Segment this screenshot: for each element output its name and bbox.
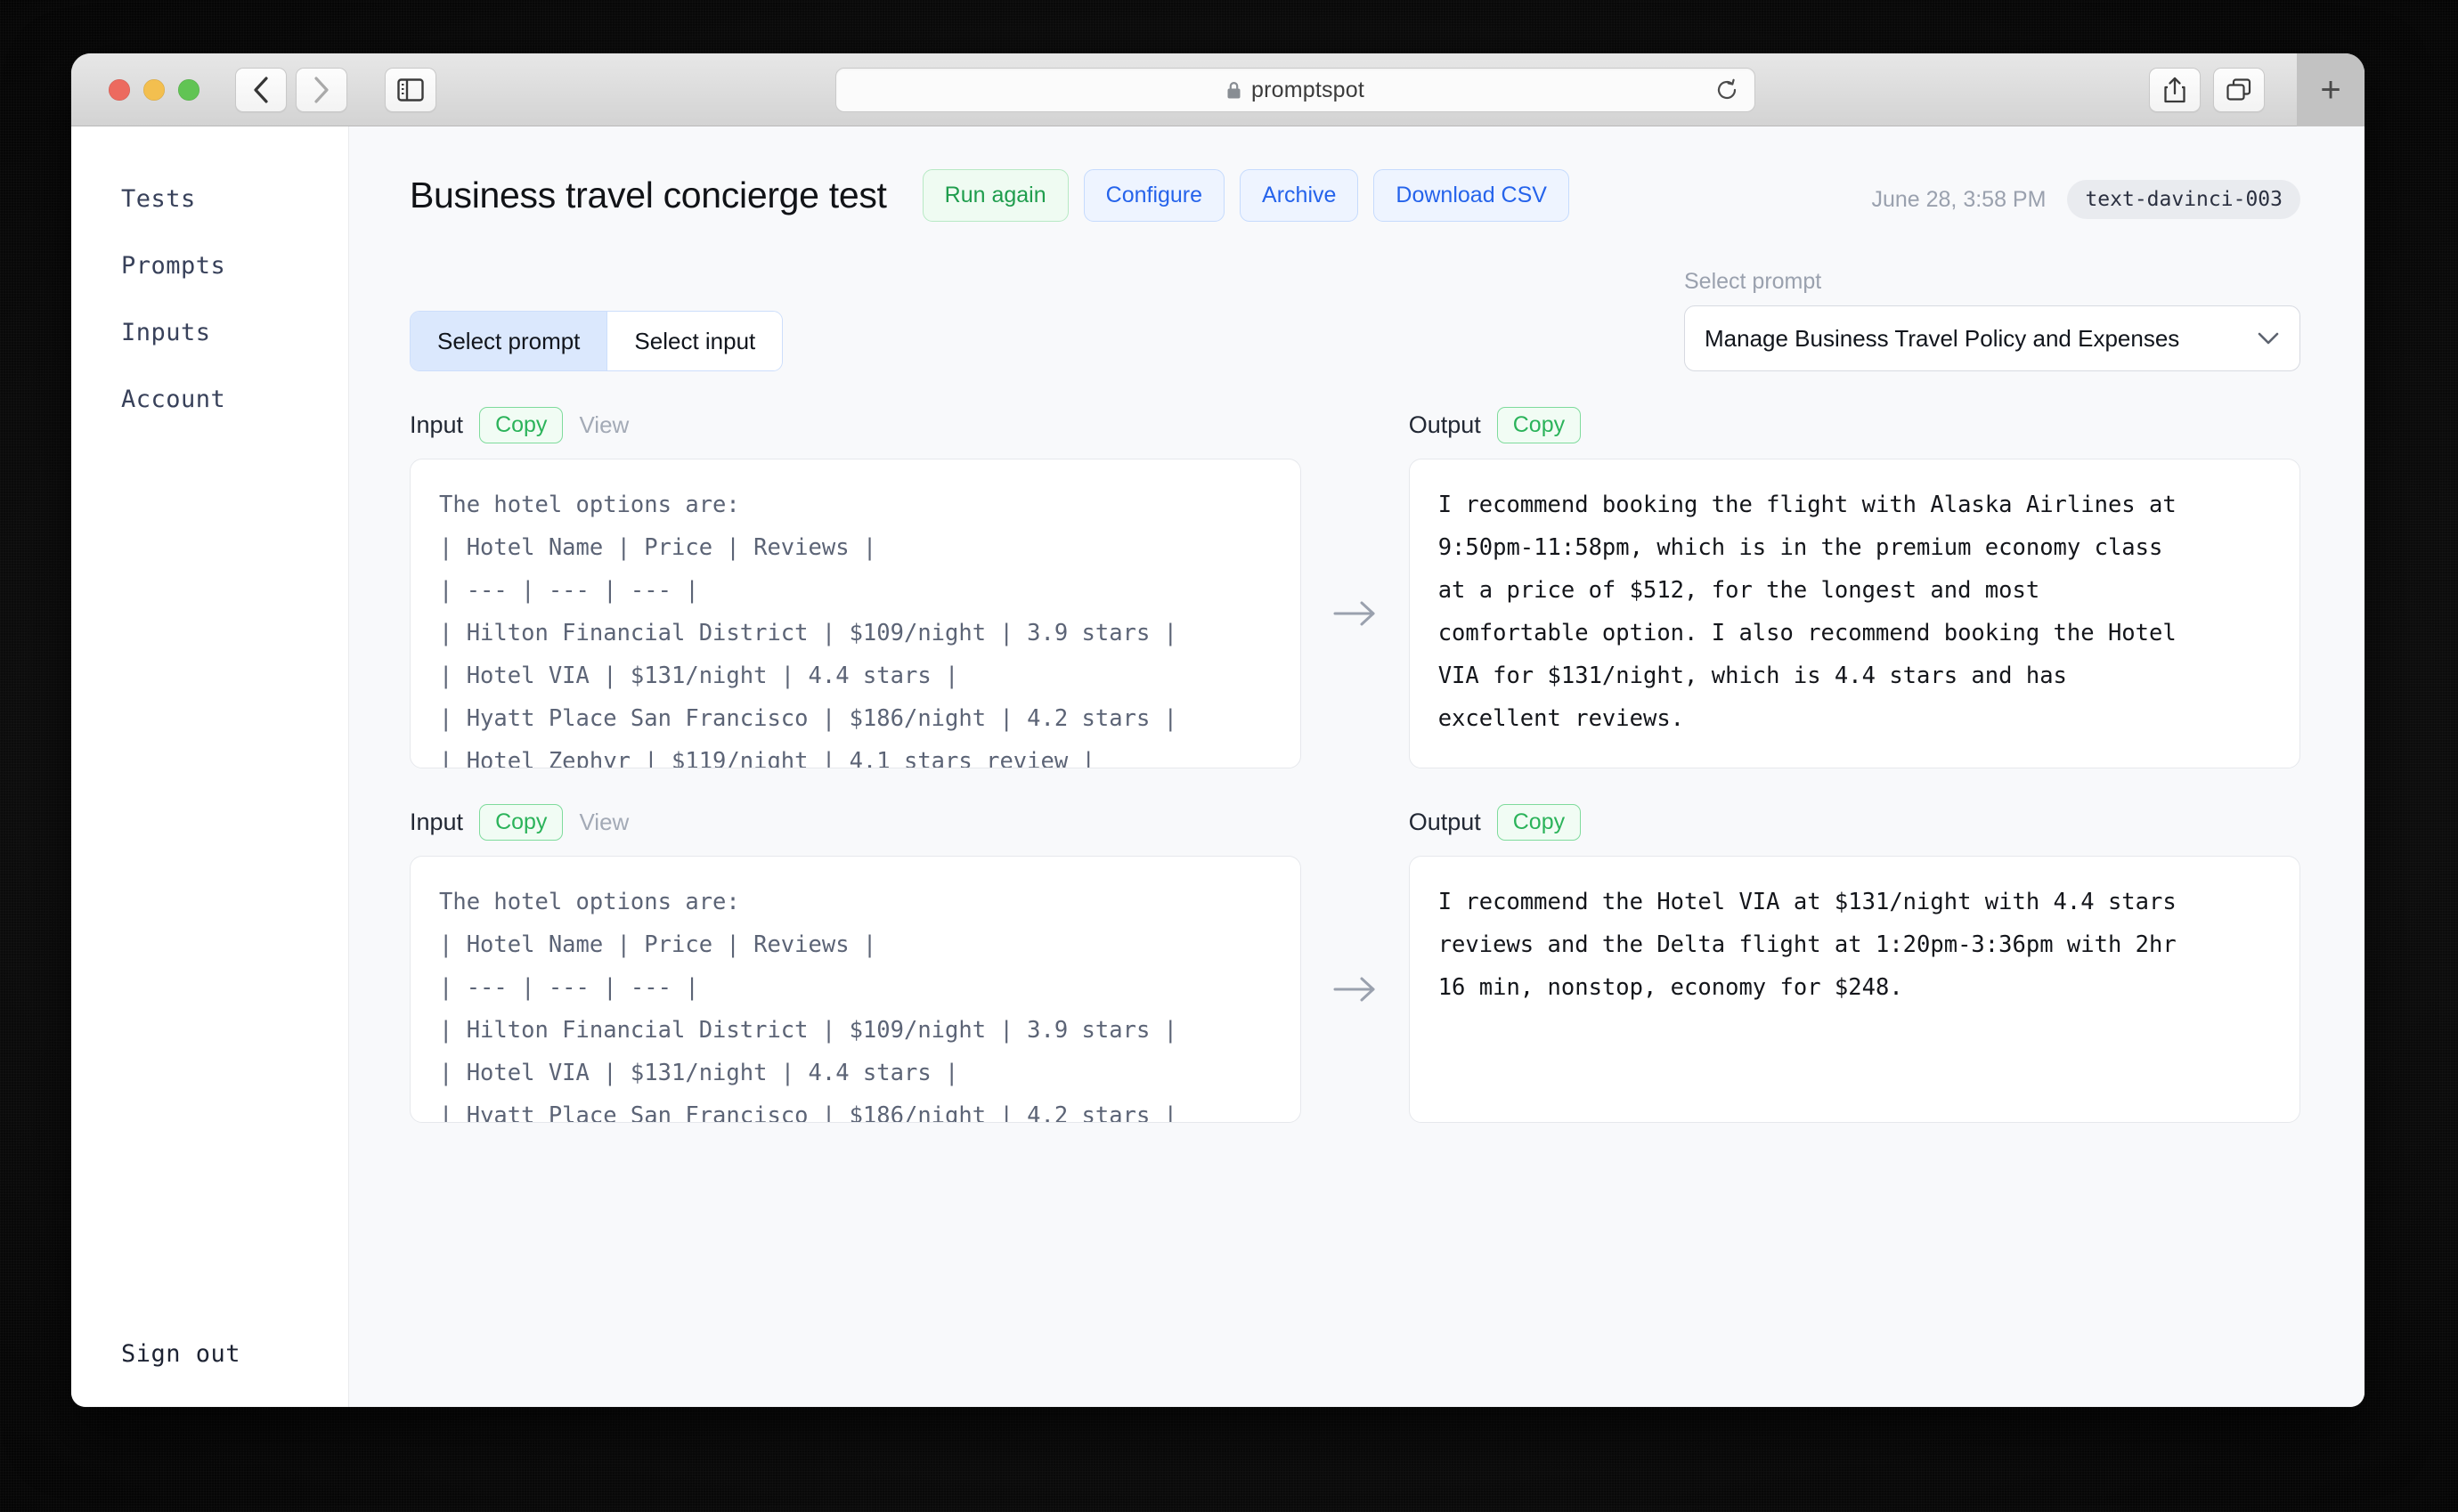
copy-input-button[interactable]: Copy — [479, 407, 564, 443]
result-row: Input Copy View The hotel options are: |… — [410, 407, 2301, 768]
sidebar: Tests Prompts Inputs Account Sign out — [71, 126, 349, 1407]
maximize-window-button[interactable] — [178, 78, 199, 101]
screen-backdrop: promptspot + Tests Prompts Inputs Accoun… — [0, 0, 2458, 1512]
copy-output-button[interactable]: Copy — [1496, 804, 1582, 841]
chevron-down-icon — [2257, 331, 2280, 345]
browser-titlebar: promptspot + — [71, 53, 2364, 126]
output-label-row: Output Copy — [1409, 407, 2300, 443]
back-button[interactable] — [235, 67, 287, 112]
configure-button[interactable]: Configure — [1083, 169, 1225, 222]
browser-window: promptspot + Tests Prompts Inputs Accoun… — [71, 53, 2364, 1407]
minimize-window-button[interactable] — [143, 78, 165, 101]
chevron-right-icon — [314, 76, 329, 103]
input-label: Input — [410, 809, 464, 835]
browser-toolbar-right — [2149, 68, 2265, 112]
tab-select-prompt[interactable]: Select prompt — [411, 312, 607, 370]
input-text: The hotel options are: | Hotel Name | Pr… — [410, 459, 1302, 768]
run-again-button[interactable]: Run again — [922, 169, 1069, 222]
input-label: Input — [410, 411, 464, 438]
prompt-select[interactable]: Manage Business Travel Policy and Expens… — [1684, 305, 2300, 371]
sidebar-item-inputs[interactable]: Inputs — [71, 299, 348, 366]
view-input-button[interactable]: View — [579, 809, 629, 836]
input-label-row: Input Copy View — [410, 407, 1301, 443]
run-timestamp: June 28, 3:58 PM — [1871, 186, 2047, 212]
header-actions: Run again Configure Archive Download CSV — [922, 169, 1569, 222]
output-column: Output Copy I recommend the Hotel VIA at… — [1408, 804, 2301, 1123]
share-button[interactable] — [2149, 68, 2201, 112]
sign-out-button[interactable]: Sign out — [71, 1340, 240, 1368]
sidebar-item-account[interactable]: Account — [71, 366, 348, 433]
lock-icon — [1226, 81, 1241, 100]
output-label: Output — [1408, 411, 1481, 438]
archive-button[interactable]: Archive — [1240, 169, 1359, 222]
prompt-select-group: Select prompt Manage Business Travel Pol… — [1684, 269, 2300, 371]
main-content: Business travel concierge test Run again… — [349, 126, 2364, 1407]
copy-input-button[interactable]: Copy — [479, 804, 564, 841]
copy-output-button[interactable]: Copy — [1496, 407, 1582, 443]
window-traffic-lights — [109, 78, 199, 101]
input-column: Input Copy View The hotel options are: |… — [410, 804, 1302, 1123]
result-row: Input Copy View The hotel options are: |… — [410, 804, 2301, 1123]
address-bar[interactable]: promptspot — [835, 68, 1755, 112]
new-tab-button[interactable]: + — [2297, 53, 2364, 126]
download-csv-button[interactable]: Download CSV — [1373, 169, 1569, 222]
prompt-select-label: Select prompt — [1684, 269, 1822, 294]
tab-select-input[interactable]: Select input — [606, 312, 783, 370]
page-title: Business travel concierge test — [410, 175, 887, 215]
input-text: The hotel options are: | Hotel Name | Pr… — [410, 856, 1302, 1123]
output-column: Output Copy I recommend booking the flig… — [1408, 407, 2301, 768]
prompt-select-value: Manage Business Travel Policy and Expens… — [1705, 324, 2180, 352]
input-column: Input Copy View The hotel options are: |… — [410, 407, 1302, 768]
sidebar-toggle-icon — [397, 77, 424, 102]
reload-icon — [1717, 78, 1737, 100]
view-input-button[interactable]: View — [579, 411, 629, 439]
chevron-left-icon — [254, 76, 268, 103]
output-text: I recommend booking the flight with Alas… — [1408, 459, 2301, 768]
sidebar-toggle-button[interactable] — [385, 67, 436, 112]
output-label-row: Output Copy — [1409, 804, 2300, 841]
arrow-right-icon — [1301, 804, 1408, 1123]
input-label-row: Input Copy View — [410, 804, 1301, 841]
tab-overview-icon — [2226, 78, 2251, 101]
share-icon — [2164, 77, 2185, 103]
output-label: Output — [1408, 809, 1481, 835]
controls-row: Select prompt Select input Select prompt… — [410, 269, 2300, 371]
app-body: Tests Prompts Inputs Account Sign out Bu… — [71, 126, 2364, 1407]
forward-button[interactable] — [296, 67, 347, 112]
arrow-right-icon — [1301, 407, 1408, 768]
model-badge: text-davinci-003 — [2067, 180, 2300, 219]
mode-tabs: Select prompt Select input — [410, 311, 784, 371]
tab-overview-button[interactable] — [2213, 68, 2265, 112]
header-meta: June 28, 3:58 PM text-davinci-003 — [1871, 180, 2300, 219]
navigation-buttons — [235, 67, 347, 112]
sidebar-item-tests[interactable]: Tests — [71, 166, 348, 232]
close-window-button[interactable] — [109, 78, 130, 101]
address-bar-text: promptspot — [1250, 77, 1365, 102]
reload-button[interactable] — [1715, 78, 1738, 102]
output-text: I recommend the Hotel VIA at $131/night … — [1408, 856, 2301, 1123]
sidebar-item-prompts[interactable]: Prompts — [71, 232, 348, 299]
